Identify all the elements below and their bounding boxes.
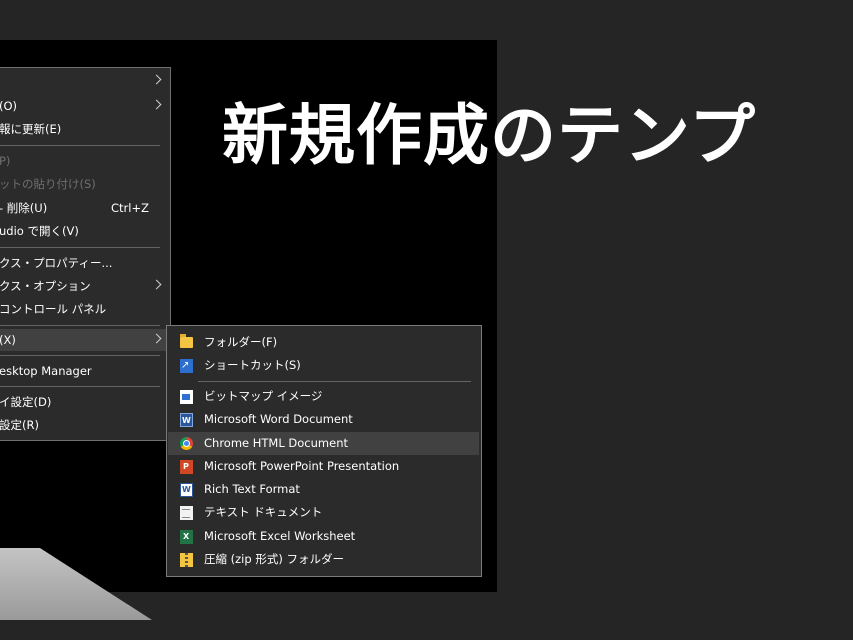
menu-item-paste-shortcut[interactable]: ットの貼り付け(S) (0, 173, 170, 195)
menu-item-new[interactable]: (X) (0, 329, 170, 351)
menu-item-label: 報に更新(E) (0, 122, 62, 136)
submenu-item-label: Microsoft Word Document (204, 412, 353, 426)
menu-separator (0, 325, 160, 326)
submenu-item-excel[interactable]: Microsoft Excel Worksheet (168, 525, 479, 548)
menu-item-label: udio で開く(V) (0, 224, 79, 238)
chevron-right-icon (151, 99, 162, 110)
submenu-item-label: ショートカット(S) (204, 358, 301, 372)
menu-item-label: (X) (0, 333, 16, 347)
zip-folder-icon (180, 553, 193, 567)
submenu-item-label: フォルダー(F) (204, 335, 278, 349)
menu-item-undo-delete[interactable]: - 削除(U) Ctrl+Z (0, 197, 170, 219)
menu-item-graphics-options[interactable]: クス・オプション (0, 275, 170, 297)
submenu-item-word[interactable]: Microsoft Word Document (168, 408, 479, 432)
headline-title: 新規作成のテンプ (222, 97, 757, 174)
submenu-item-label: Chrome HTML Document (204, 436, 348, 450)
submenu-item-chrome-html[interactable]: Chrome HTML Document (168, 432, 479, 455)
menu-item-label: コントロール パネル (0, 302, 107, 316)
submenu-item-text-document[interactable]: テキスト ドキュメント (168, 501, 479, 524)
chevron-right-icon (151, 74, 162, 85)
submenu-item-shortcut[interactable]: ショートカット(S) (168, 354, 479, 377)
menu-item-label: P) (0, 154, 11, 168)
menu-item-personalize[interactable]: 設定(R) (0, 414, 170, 436)
menu-item-display-settings[interactable]: イ設定(D) (0, 391, 170, 413)
menu-item-label: (O) (0, 99, 18, 113)
menu-item-desktop-manager[interactable]: esktop Manager (0, 360, 170, 382)
submenu-item-zip-folder[interactable]: 圧縮 (zip 形式) フォルダー (168, 548, 479, 571)
menu-item-paste[interactable]: P) (0, 150, 170, 172)
menu-separator (0, 145, 160, 146)
submenu-item-label: Rich Text Format (204, 482, 300, 496)
menu-item-sort[interactable]: (O) (0, 95, 170, 117)
menu-separator (0, 247, 160, 248)
rich-text-icon (180, 478, 193, 501)
menu-separator (198, 381, 471, 382)
menu-item-shortcut: Ctrl+Z (111, 201, 149, 215)
menu-item-label: クス・オプション (0, 279, 91, 293)
word-document-icon (180, 409, 193, 432)
submenu-item-label: Microsoft Excel Worksheet (204, 529, 356, 543)
chrome-icon (180, 437, 193, 450)
menu-item-label: esktop Manager (0, 364, 92, 378)
bitmap-icon (180, 390, 193, 404)
submenu-item-bitmap[interactable]: ビットマップ イメージ (168, 385, 479, 408)
shortcut-icon (180, 354, 193, 377)
submenu-item-label: 圧縮 (zip 形式) フォルダー (204, 552, 344, 566)
menu-item-label: - 削除(U) (0, 201, 48, 215)
menu-item-control-panel[interactable]: コントロール パネル (0, 298, 170, 320)
folder-icon (180, 334, 193, 348)
chevron-right-icon (151, 279, 162, 290)
menu-separator (0, 355, 160, 356)
menu-item-label: ットの貼り付け(S) (0, 177, 96, 191)
submenu-item-powerpoint[interactable]: Microsoft PowerPoint Presentation (168, 455, 479, 478)
submenu-item-label: テキスト ドキュメント (204, 505, 323, 519)
menu-item-refresh[interactable]: 報に更新(E) (0, 118, 170, 140)
new-submenu: フォルダー(F) ショートカット(S) ビットマップ イメージ Microsof… (166, 325, 482, 577)
powerpoint-icon (180, 455, 193, 478)
menu-item-label: クス・プロパティー... (0, 256, 113, 270)
menu-item-label: 設定(R) (0, 418, 39, 432)
submenu-item-folder[interactable]: フォルダー(F) (168, 331, 479, 354)
context-menu: (O) 報に更新(E) P) ットの貼り付け(S) - 削除(U) Ctrl+Z… (0, 67, 171, 441)
menu-item-graphics-properties[interactable]: クス・プロパティー... (0, 252, 170, 274)
text-document-icon (180, 506, 193, 520)
chevron-right-icon (151, 333, 162, 344)
excel-icon (180, 525, 193, 548)
submenu-item-rich-text[interactable]: Rich Text Format (168, 478, 479, 501)
menu-separator (0, 386, 160, 387)
submenu-item-label: Microsoft PowerPoint Presentation (204, 459, 400, 473)
menu-item-open-visual-studio[interactable]: udio で開く(V) (0, 220, 170, 242)
submenu-item-label: ビットマップ イメージ (204, 389, 323, 403)
menu-item-label: イ設定(D) (0, 395, 52, 409)
menu-item-view[interactable] (0, 70, 170, 92)
